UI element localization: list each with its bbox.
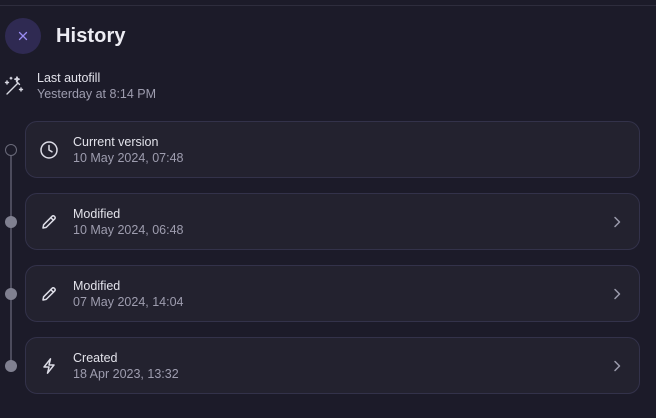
- chevron-right-icon: [614, 360, 621, 371]
- timeline-dot: [5, 360, 17, 372]
- clock-icon: [38, 139, 60, 161]
- header: History: [5, 18, 126, 54]
- close-icon: [18, 31, 28, 41]
- entry-date: 18 Apr 2023, 13:32: [73, 366, 179, 381]
- timeline-dot: [5, 144, 17, 156]
- page-title: History: [56, 24, 126, 47]
- entry-date: 10 May 2024, 06:48: [73, 222, 184, 237]
- history-panel: History Last autofill Yesterday at 8:14 …: [0, 0, 656, 418]
- entry-label: Modified: [73, 278, 121, 293]
- chevron-right-icon: [614, 216, 621, 227]
- last-autofill: Last autofill Yesterday at 8:14 PM: [3, 70, 156, 102]
- entry-label: Current version: [73, 134, 159, 149]
- entry-date: 07 May 2024, 14:04: [73, 294, 184, 309]
- history-entry-modified[interactable]: Modified 07 May 2024, 14:04: [25, 265, 640, 322]
- entry-label: Created: [73, 350, 118, 365]
- timeline-dot: [5, 288, 17, 300]
- entry-label: Modified: [73, 206, 121, 221]
- entry-date: 10 May 2024, 07:48: [73, 150, 184, 165]
- pencil-icon: [38, 283, 60, 305]
- magic-wand-icon: [3, 75, 25, 97]
- timeline-line: [10, 150, 12, 366]
- autofill-label: Last autofill: [37, 71, 101, 85]
- close-button[interactable]: [5, 18, 41, 54]
- history-entry-created[interactable]: Created 18 Apr 2023, 13:32: [25, 337, 640, 394]
- autofill-time: Yesterday at 8:14 PM: [37, 87, 157, 101]
- bolt-icon: [38, 355, 60, 377]
- top-divider: [0, 5, 656, 6]
- timeline-dot: [5, 216, 17, 228]
- chevron-right-icon: [614, 288, 621, 299]
- pencil-icon: [38, 211, 60, 233]
- history-entry-current-version: Current version 10 May 2024, 07:48: [25, 121, 640, 178]
- history-entry-modified[interactable]: Modified 10 May 2024, 06:48: [25, 193, 640, 250]
